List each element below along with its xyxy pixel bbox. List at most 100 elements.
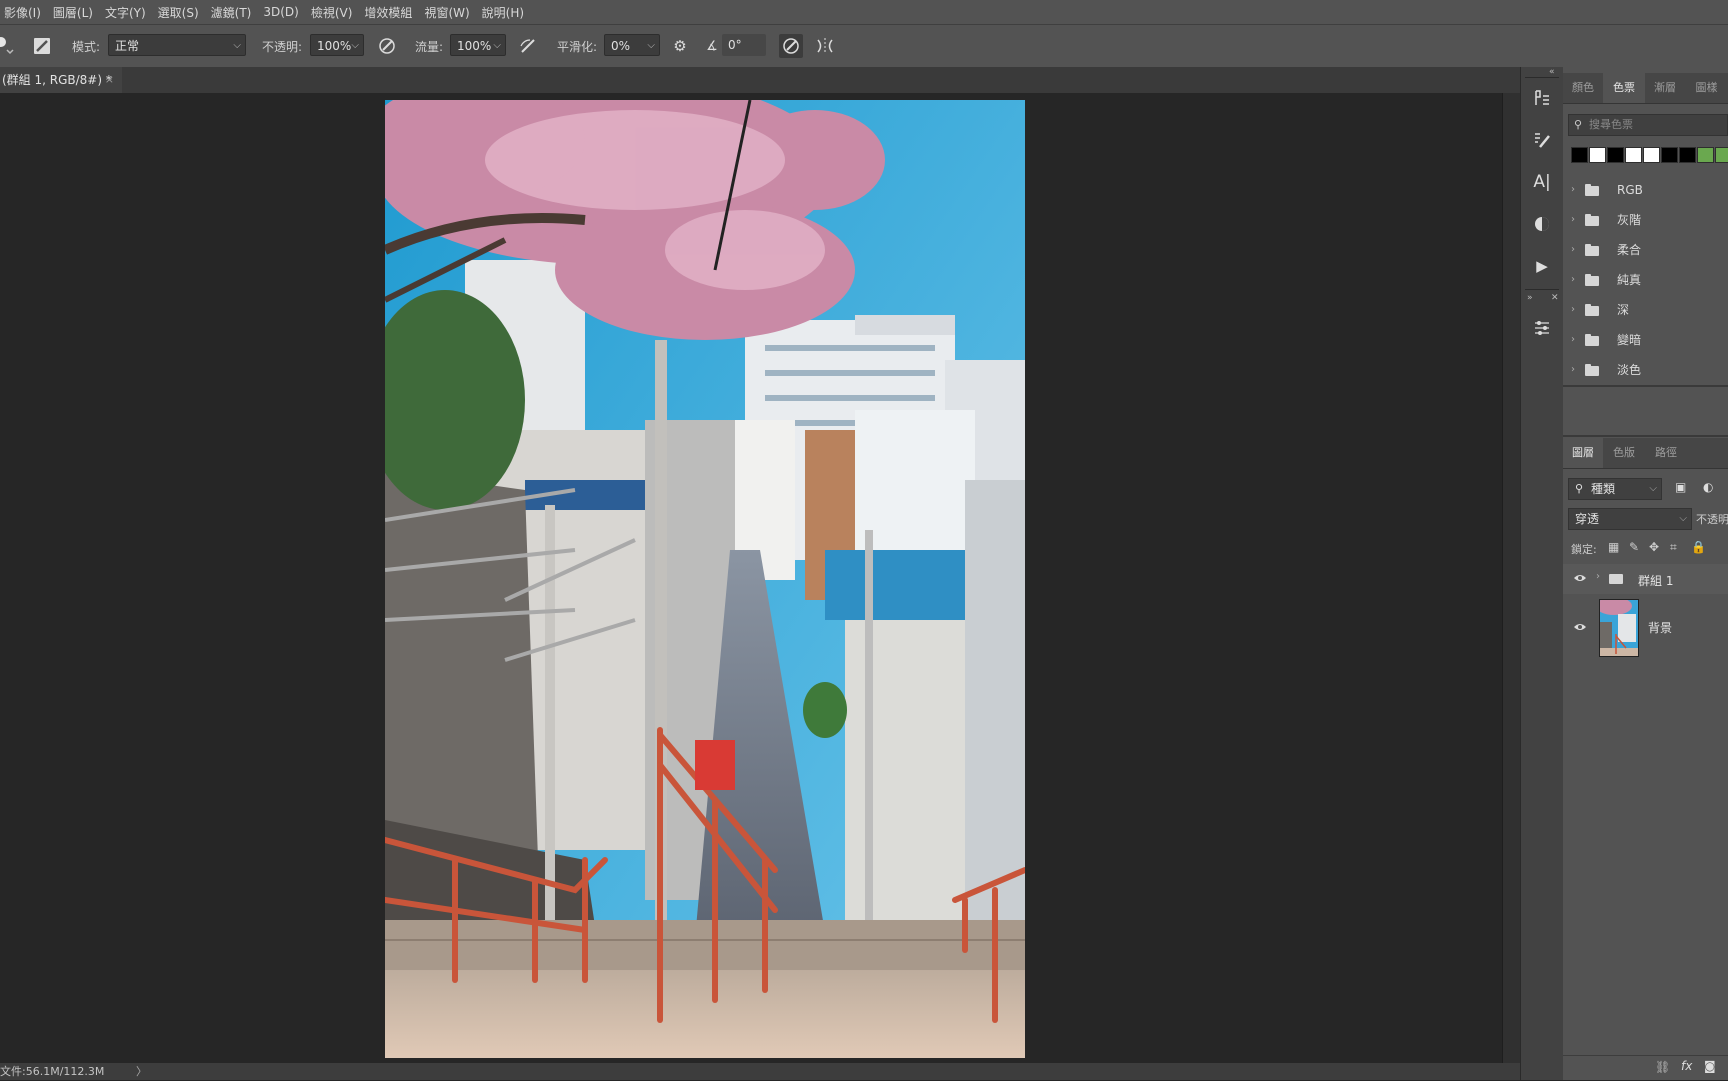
layers-footer: ⛓ fx ◙ [1563,1055,1728,1081]
folder-icon [1609,574,1623,584]
tab-paths[interactable]: 路徑 [1645,438,1687,468]
document-image[interactable] [385,100,1025,1058]
symmetry-icon[interactable] [813,34,837,58]
menu-layer[interactable]: 圖層(L) [47,4,99,21]
menu-filter[interactable]: 濾鏡(T) [205,4,258,21]
brush-settings-icon[interactable] [30,34,54,58]
gear-icon[interactable]: ⚙ [668,34,692,58]
menu-window[interactable]: 視窗(W) [418,4,475,21]
swatch[interactable] [1607,147,1624,163]
swatch[interactable] [1679,147,1696,163]
tab-channels[interactable]: 色版 [1603,438,1645,468]
mode-select[interactable]: 正常 ⌵ [108,34,246,56]
folder-icon [1585,334,1599,346]
brush-settings-panel-icon[interactable] [1527,125,1557,155]
opacity-field[interactable]: 100% ⌵ [310,34,364,56]
layer-name: 背景 [1648,621,1673,635]
angle-field[interactable]: 0° [722,34,766,56]
swatch-group-pure[interactable]: › 純真 [1571,269,1721,291]
airbrush-icon[interactable] [517,34,541,58]
lock-all-icon[interactable]: 🔒 [1691,540,1706,554]
menu-select[interactable]: 選取(S) [152,4,205,21]
blend-mode-select[interactable]: 穿透 ⌵ [1568,508,1692,530]
pressure-opacity-icon[interactable] [375,34,399,58]
swatch[interactable] [1571,147,1588,163]
smoothing-field[interactable]: 0% ⌵ [604,34,660,56]
swatch[interactable] [1661,147,1678,163]
swatch[interactable] [1715,147,1728,163]
character-panel-icon[interactable]: A| [1527,167,1557,197]
folder-icon [1585,274,1599,286]
chevron-down-icon: ⌵ [493,40,501,51]
angle-value: 0° [728,38,742,52]
document-tab[interactable]: (群組 1, RGB/8#) * × [0,67,122,93]
tab-gradients[interactable]: 漸層 [1645,73,1685,103]
pressure-size-icon[interactable] [779,34,803,58]
flow-field[interactable]: 100% ⌵ [450,34,506,56]
properties-sliders-icon[interactable] [1527,313,1557,343]
folder-icon [1585,304,1599,316]
swatch[interactable] [1697,147,1714,163]
tab-layers[interactable]: 圖層 [1563,438,1603,468]
menu-view[interactable]: 檢視(V) [305,4,359,21]
menu-3d[interactable]: 3D(D) [257,5,304,19]
eye-icon[interactable] [1573,621,1587,635]
status-menu-arrow[interactable]: 〉 [136,1063,147,1080]
angle-icon: ∡ [706,38,718,54]
filter-adjustment-layers-icon[interactable]: ◐ [1703,480,1713,494]
folder-icon [1585,364,1599,376]
layer-row-group[interactable]: › 群組 1 [1563,564,1728,594]
tab-patterns[interactable]: 圖樣 [1685,73,1728,103]
menu-help[interactable]: 說明(H) [476,4,530,21]
recent-swatches [1571,147,1728,163]
close-icon[interactable]: × [105,67,114,93]
actions-play-icon[interactable]: ▶ [1527,251,1557,281]
tab-swatches[interactable]: 色票 [1603,73,1645,103]
tab-color[interactable]: 顏色 [1563,73,1603,103]
lock-image-icon[interactable]: ✎ [1629,540,1639,554]
menu-image[interactable]: 影像(I) [0,4,47,21]
lock-position-icon[interactable]: ✥ [1649,540,1659,554]
chevron-right-icon: › [1571,214,1575,225]
swatch-group-darker[interactable]: › 變暗 [1571,329,1721,351]
swatch-group-dark[interactable]: › 深 [1571,299,1721,321]
smoothing-value: 0% [611,39,631,53]
menu-type[interactable]: 文字(Y) [99,4,152,21]
swatch-group-rgb[interactable]: › RGB [1571,179,1721,201]
swatch[interactable] [1625,147,1642,163]
swatch[interactable] [1643,147,1660,163]
layer-row-background[interactable]: 背景 [1563,595,1728,661]
brush-preset-icon[interactable] [0,34,18,58]
swatch-group-pastel[interactable]: › 柔合 [1571,239,1721,261]
chevron-right-icon: › [1571,244,1575,255]
history-icon[interactable] [1527,83,1557,113]
swatch-search-placeholder: 搜尋色票 [1589,118,1633,131]
close-icon[interactable]: ✕ [1551,293,1559,303]
swatch-search-input[interactable]: ⚲ 搜尋色票 [1568,114,1728,136]
filter-pixel-layers-icon[interactable]: ▣ [1675,480,1686,494]
opacity-value: 100% [317,39,352,53]
adjustments-icon[interactable] [1527,209,1557,239]
status-bar: 文件:56.1M/112.3M 〉 [0,1063,1520,1080]
swatch-group-label: RGB [1617,183,1643,197]
link-layers-icon[interactable]: ⛓ [1655,1060,1670,1074]
lock-artboard-icon[interactable]: ⌗ [1670,540,1677,555]
lock-row: 鎖定: ▦ ✎ ✥ ⌗ 🔒 [1563,539,1728,559]
collapse-arrows-icon[interactable]: « [1549,67,1555,77]
chevron-right-icon[interactable]: › [1596,571,1600,582]
chevron-right-icon: › [1571,364,1575,375]
fx-icon[interactable]: fx [1681,1059,1692,1073]
swatch[interactable] [1589,147,1606,163]
expand-icon[interactable]: » [1527,293,1533,303]
swatch-group-grayscale[interactable]: › 灰階 [1571,209,1721,231]
swatch-group-label: 灰階 [1617,213,1642,227]
vertical-scrollbar[interactable] [1502,93,1521,1063]
swatch-group-light[interactable]: › 淡色 [1571,359,1721,381]
add-mask-icon[interactable]: ◙ [1704,1059,1716,1073]
swatch-group-label: 柔合 [1617,243,1642,257]
eye-icon[interactable] [1573,572,1587,586]
lock-transparency-icon[interactable]: ▦ [1608,540,1619,554]
layer-opacity-label: 不透明 [1696,513,1728,526]
layer-filter-select[interactable]: ⚲ 種類 ⌵ [1568,478,1662,500]
menu-plugins[interactable]: 增效模組 [358,4,418,21]
